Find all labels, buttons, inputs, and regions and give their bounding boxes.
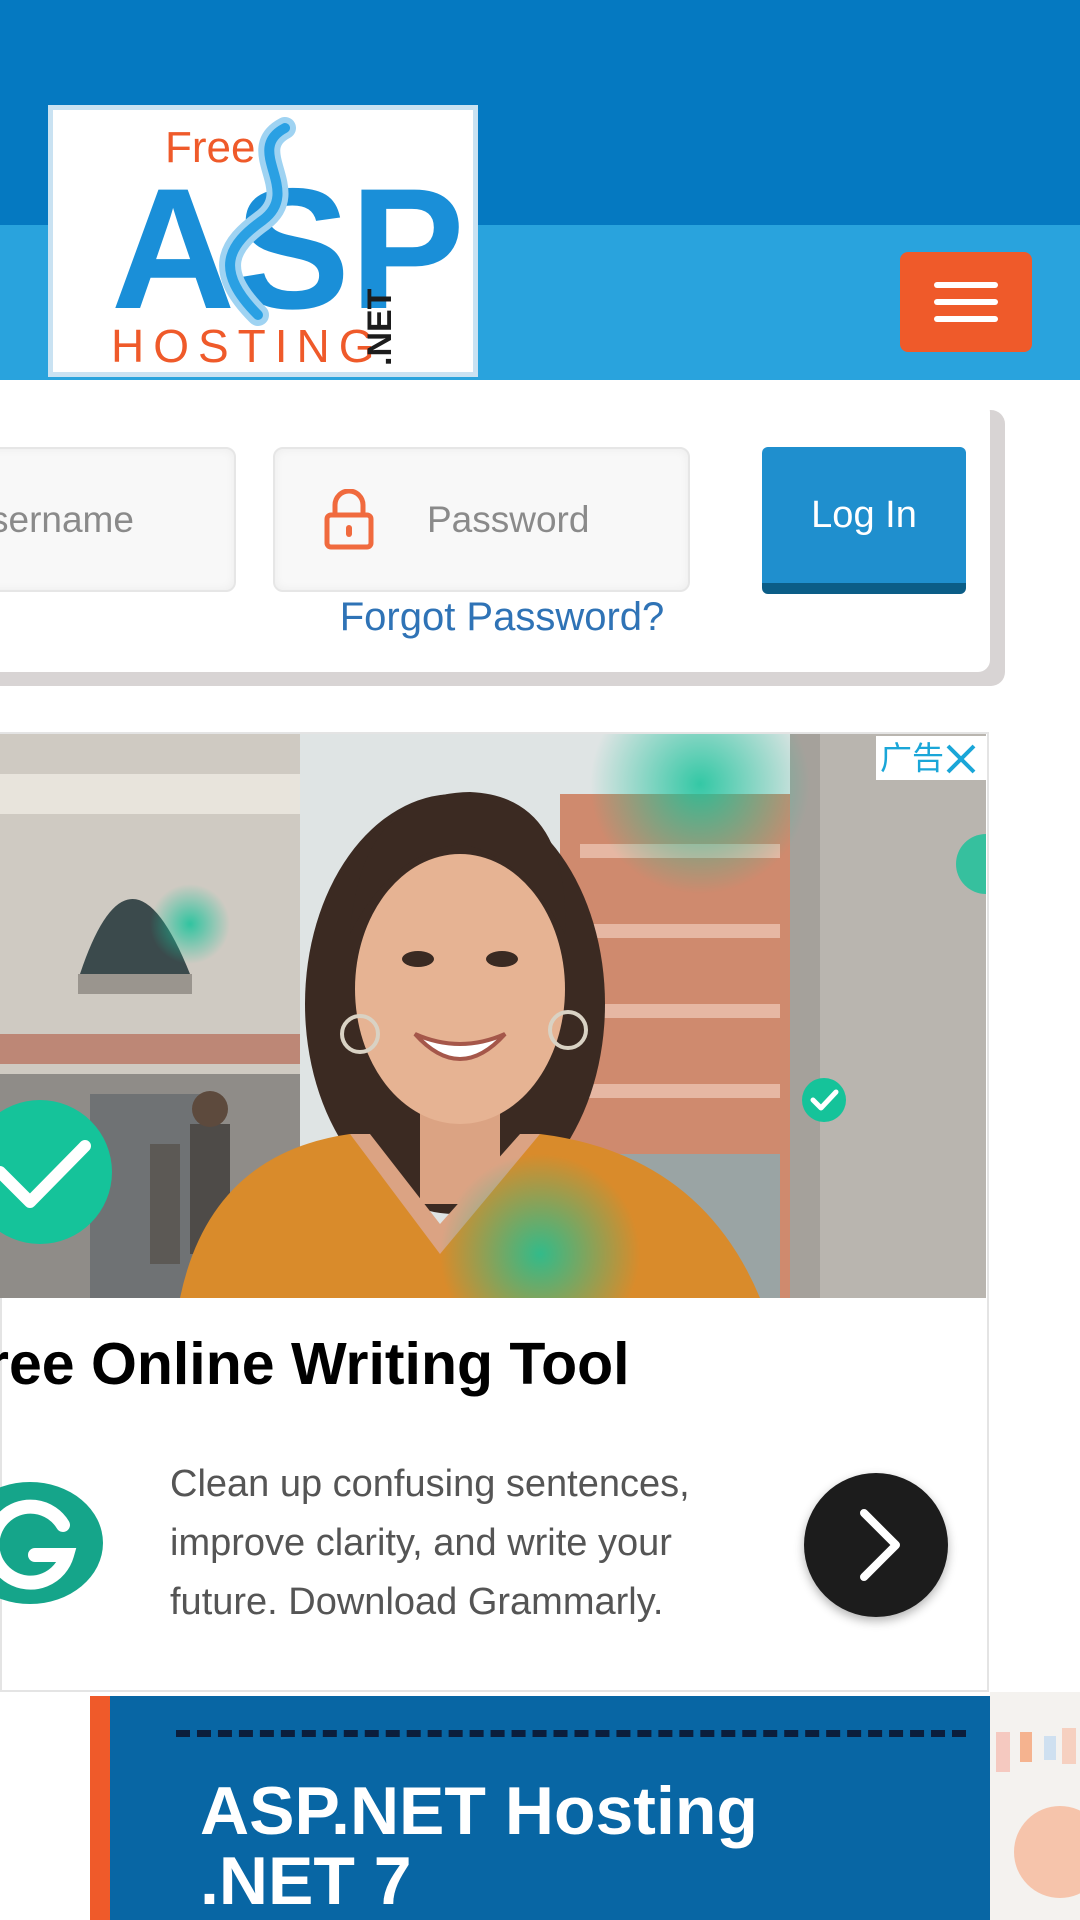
feature-title-line1: ASP.NET Hosting: [200, 1773, 758, 1849]
username-field[interactable]: sername: [0, 447, 236, 592]
ad-label-text: 广告: [880, 740, 945, 776]
logo-suffix-net: .NET: [361, 288, 399, 366]
feature-card[interactable]: ASP.NET Hosting .NET 7: [90, 1696, 990, 1920]
login-button[interactable]: Log In: [762, 447, 966, 594]
logo-graphic: Free ASP HOSTING .NET: [111, 117, 465, 372]
ad-label: 广告: [876, 736, 986, 780]
dashed-divider: [176, 1730, 966, 1737]
ad-headline[interactable]: ree Online Writing Tool: [0, 1330, 630, 1398]
lock-icon: [324, 489, 374, 550]
close-icon[interactable]: [944, 742, 978, 776]
logo-letters-asp: ASP: [111, 153, 465, 345]
password-placeholder: Password: [427, 499, 590, 540]
site-logo[interactable]: Free ASP HOSTING .NET: [48, 105, 478, 377]
chevron-right-icon: [860, 1509, 900, 1581]
logo-word-hosting: HOSTING: [111, 320, 384, 372]
feature-title: ASP.NET Hosting .NET 7: [200, 1776, 758, 1916]
ad-body-text: Clean up confusing sentences, improve cl…: [170, 1463, 690, 1623]
password-field[interactable]: Password: [273, 447, 690, 592]
forgot-password-link[interactable]: Forgot Password?: [272, 595, 732, 640]
ad-photo[interactable]: [0, 734, 986, 1298]
side-decoration: [990, 1692, 1080, 1920]
grammarly-g-icon[interactable]: [0, 1481, 105, 1605]
ad-next-button[interactable]: [804, 1473, 948, 1617]
feature-title-line2: .NET 7: [200, 1843, 412, 1919]
username-placeholder: sername: [0, 499, 134, 540]
menu-button[interactable]: [900, 252, 1032, 352]
